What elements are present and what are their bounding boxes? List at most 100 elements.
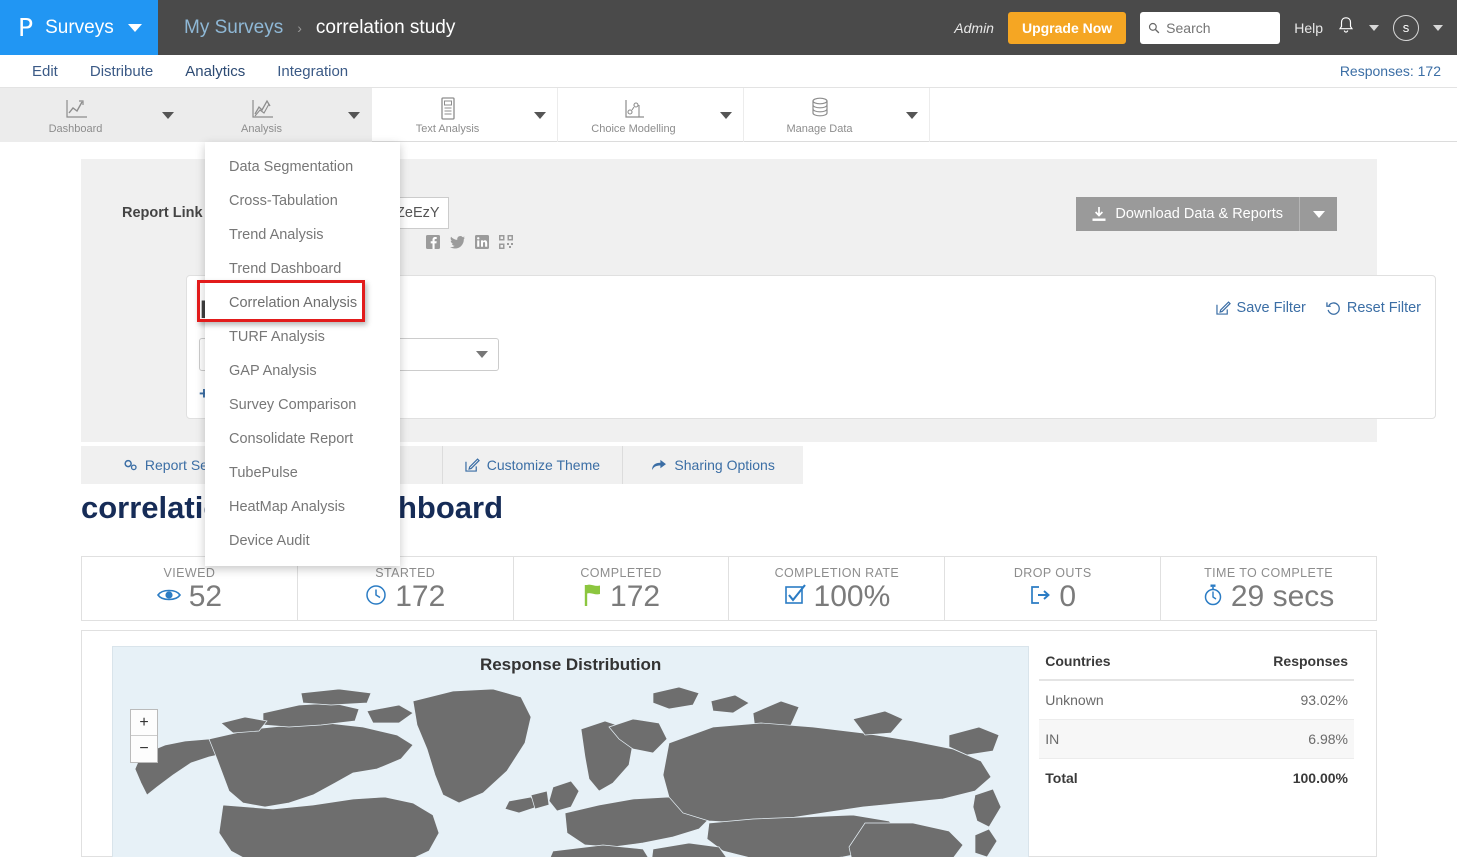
menu-item-trend-dashboard[interactable]: Trend Dashboard bbox=[205, 252, 400, 286]
ribbon-item-analysis[interactable]: Analysis bbox=[186, 88, 372, 142]
tab-edit[interactable]: Edit bbox=[16, 55, 74, 88]
ribbon-text-analysis-chevron-down-icon[interactable] bbox=[523, 88, 557, 142]
responses-column-header: Responses bbox=[1273, 653, 1348, 669]
menu-item-tubepulse[interactable]: TubePulse bbox=[205, 456, 400, 490]
upgrade-now-button[interactable]: Upgrade Now bbox=[1008, 12, 1126, 44]
stat-drop-outs-value: 0 bbox=[1059, 582, 1076, 612]
menu-item-heatmap-analysis[interactable]: HeatMap Analysis bbox=[205, 490, 400, 524]
country-name: Unknown bbox=[1045, 692, 1300, 708]
menu-item-consolidate-report[interactable]: Consolidate Report bbox=[205, 422, 400, 456]
line-chart-icon bbox=[63, 96, 89, 122]
menu-item-cross-tabulation[interactable]: Cross-Tabulation bbox=[205, 184, 400, 218]
account-chevron-down-icon[interactable] bbox=[1433, 25, 1443, 31]
survey-status-chevron-down-icon[interactable] bbox=[476, 351, 488, 358]
menu-item-device-audit[interactable]: Device Audit bbox=[205, 524, 400, 558]
download-options-chevron-down-icon[interactable] bbox=[1299, 197, 1337, 231]
map-zoom-out-button[interactable]: − bbox=[131, 736, 157, 762]
document-list-icon bbox=[437, 96, 459, 122]
responses-count: Responses: 172 bbox=[1340, 63, 1457, 79]
menu-item-turf-analysis[interactable]: TURF Analysis bbox=[205, 320, 400, 354]
brand-logo-icon: P bbox=[18, 15, 33, 40]
search-input[interactable] bbox=[1166, 20, 1272, 36]
customize-theme-button[interactable]: Customize Theme bbox=[443, 446, 624, 484]
menu-item-trend-analysis[interactable]: Trend Analysis bbox=[205, 218, 400, 252]
stat-completion-rate-value: 100% bbox=[814, 582, 891, 612]
reset-filter-button[interactable]: Reset Filter bbox=[1326, 300, 1421, 316]
report-link-label: Report Link bbox=[122, 205, 203, 221]
ribbon-label-manage-data: Manage Data bbox=[786, 123, 852, 135]
stat-started: STARTED 172 bbox=[298, 557, 514, 620]
avatar[interactable]: s bbox=[1393, 15, 1419, 41]
ribbon-text-analysis-main[interactable]: Text Analysis bbox=[372, 88, 523, 142]
ribbon-item-choice-modelling[interactable]: Choice Modelling bbox=[558, 88, 744, 142]
breadcrumb: My Surveys › correlation study bbox=[158, 17, 455, 39]
ribbon-analysis-chevron-down-icon[interactable] bbox=[337, 88, 371, 142]
search-box[interactable] bbox=[1140, 12, 1280, 44]
countries-table: Countries Responses Unknown 93.02% IN 6.… bbox=[1039, 653, 1354, 856]
table-row: Unknown 93.02% bbox=[1039, 681, 1354, 720]
breadcrumb-current-survey: correlation study bbox=[316, 17, 455, 39]
tab-analytics[interactable]: Analytics bbox=[169, 55, 261, 88]
admin-label[interactable]: Admin bbox=[954, 20, 994, 36]
table-row: IN 6.98% bbox=[1039, 720, 1354, 759]
share-icons bbox=[426, 235, 513, 252]
download-data-reports-button[interactable]: Download Data & Reports bbox=[1076, 197, 1299, 231]
stat-time-to-complete-label: TIME TO COMPLETE bbox=[1204, 566, 1333, 580]
menu-item-correlation-analysis[interactable]: Correlation Analysis bbox=[205, 286, 400, 320]
filter-card-actions: Save Filter Reset Filter bbox=[1216, 300, 1421, 316]
ribbon-analysis-main[interactable]: Analysis bbox=[186, 88, 337, 142]
map-zoom-in-button[interactable]: + bbox=[131, 710, 157, 736]
product-logo-block[interactable]: P Surveys bbox=[0, 0, 158, 55]
menu-item-correlation-analysis-label: Correlation Analysis bbox=[229, 295, 357, 311]
stat-completion-rate-label: COMPLETION RATE bbox=[775, 566, 900, 580]
save-filter-label: Save Filter bbox=[1237, 300, 1306, 316]
countries-column-header: Countries bbox=[1045, 653, 1273, 669]
share-arrow-icon bbox=[651, 459, 667, 472]
scatter-chart-icon bbox=[621, 96, 647, 122]
notifications-chevron-down-icon[interactable] bbox=[1369, 25, 1379, 31]
tab-distribute[interactable]: Distribute bbox=[74, 55, 169, 88]
twitter-icon[interactable] bbox=[450, 236, 465, 252]
breadcrumb-my-surveys[interactable]: My Surveys bbox=[184, 17, 283, 39]
menu-item-data-segmentation[interactable]: Data Segmentation bbox=[205, 150, 400, 184]
ribbon-dashboard-chevron-down-icon[interactable] bbox=[151, 88, 185, 142]
menu-item-survey-comparison[interactable]: Survey Comparison bbox=[205, 388, 400, 422]
chevron-down-icon[interactable] bbox=[128, 24, 142, 32]
country-name: IN bbox=[1045, 731, 1308, 747]
stat-time-to-complete: TIME TO COMPLETE 29 secs bbox=[1161, 557, 1376, 620]
stopwatch-icon bbox=[1203, 583, 1223, 611]
nav-tabs: Edit Distribute Analytics Integration Re… bbox=[0, 55, 1457, 88]
ribbon-item-dashboard[interactable]: Dashboard bbox=[0, 88, 186, 142]
menu-item-gap-analysis[interactable]: GAP Analysis bbox=[205, 354, 400, 388]
reset-arrow-icon bbox=[1326, 301, 1341, 316]
stat-completed-value: 172 bbox=[610, 582, 660, 612]
ribbon-choice-modelling-chevron-down-icon[interactable] bbox=[709, 88, 743, 142]
tab-integration[interactable]: Integration bbox=[261, 55, 364, 88]
flag-icon bbox=[582, 583, 602, 611]
customize-theme-label: Customize Theme bbox=[487, 457, 600, 473]
stat-drop-outs: DROP OUTS 0 bbox=[945, 557, 1161, 620]
table-row-total: Total 100.00% bbox=[1039, 759, 1354, 797]
ribbon-label-text-analysis: Text Analysis bbox=[416, 123, 480, 135]
ribbon-manage-data-main[interactable]: Manage Data bbox=[744, 88, 895, 142]
qr-code-icon[interactable] bbox=[499, 235, 513, 252]
save-filter-button[interactable]: Save Filter bbox=[1216, 300, 1306, 316]
linkedin-icon[interactable] bbox=[475, 235, 489, 252]
app-root: P Surveys My Surveys › correlation study… bbox=[0, 0, 1457, 857]
ribbon-item-manage-data[interactable]: Manage Data bbox=[744, 88, 930, 142]
product-name: Surveys bbox=[45, 17, 114, 39]
total-label: Total bbox=[1045, 770, 1292, 786]
help-link[interactable]: Help bbox=[1294, 20, 1323, 36]
sharing-options-button[interactable]: Sharing Options bbox=[623, 446, 803, 484]
notification-bell-icon[interactable] bbox=[1337, 16, 1355, 39]
ribbon-dashboard-main[interactable]: Dashboard bbox=[0, 88, 151, 142]
ribbon-choice-modelling-main[interactable]: Choice Modelling bbox=[558, 88, 709, 142]
stat-time-to-complete-value: 29 secs bbox=[1231, 582, 1334, 612]
pencil-square-icon bbox=[465, 458, 480, 472]
map-title: Response Distribution bbox=[113, 655, 1028, 675]
ribbon-item-text-analysis[interactable]: Text Analysis bbox=[372, 88, 558, 142]
facebook-icon[interactable] bbox=[426, 235, 440, 252]
world-map[interactable]: Response Distribution + − bbox=[112, 646, 1029, 857]
ribbon-manage-data-chevron-down-icon[interactable] bbox=[895, 88, 929, 142]
pencil-square-icon bbox=[1216, 301, 1231, 315]
